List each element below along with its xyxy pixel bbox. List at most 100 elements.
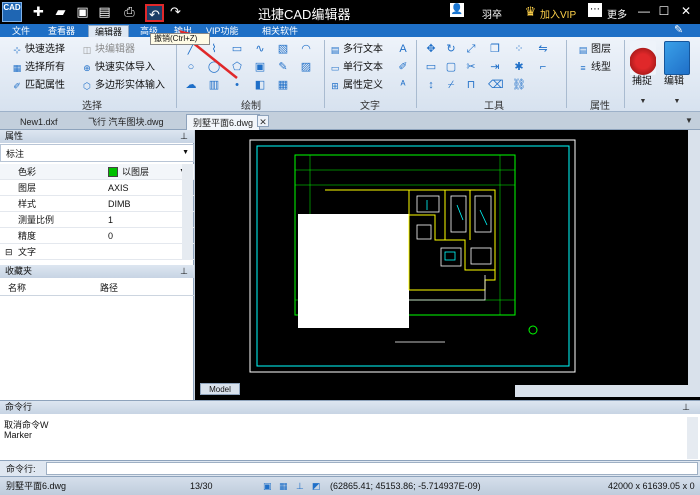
prop-row-scale[interactable]: 测量比例 1 bbox=[0, 212, 194, 228]
open-folder-icon[interactable]: ▰ bbox=[52, 3, 69, 20]
vip-crown-icon[interactable]: ♛ bbox=[522, 3, 539, 20]
command-history-line: Marker bbox=[4, 430, 33, 440]
redo-icon[interactable]: ↷ bbox=[167, 3, 184, 20]
tab-editor[interactable]: 编辑器 bbox=[88, 25, 130, 37]
command-input[interactable] bbox=[46, 462, 698, 475]
app-logo[interactable]: CAD bbox=[2, 2, 22, 22]
pin-icon[interactable]: ⊥ bbox=[682, 401, 690, 414]
user-name[interactable]: 羽卒 bbox=[482, 6, 502, 21]
move-icon[interactable]: ✥ bbox=[424, 42, 438, 56]
ortho-toggle-icon[interactable]: ⊥ bbox=[296, 477, 304, 495]
quick-entity-import-button[interactable]: ⊕ 快速实体导入 bbox=[82, 61, 155, 75]
undo-icon[interactable]: ↶ bbox=[145, 4, 164, 22]
tab-related-software[interactable]: 相关软件 bbox=[256, 25, 304, 37]
edit-label[interactable]: 编辑 bbox=[664, 75, 684, 89]
pin-icon[interactable]: ⊥ bbox=[180, 130, 188, 143]
edit-clipboard-icon[interactable] bbox=[664, 41, 690, 75]
multiline-text-button[interactable]: ▤ 多行文本 bbox=[330, 43, 383, 57]
save-icon[interactable]: ▣ bbox=[74, 3, 91, 20]
properties-scrollbar[interactable] bbox=[182, 164, 193, 260]
text-find-icon[interactable]: ᴬ bbox=[396, 78, 410, 92]
join-vip-link[interactable]: 加入VIP bbox=[540, 6, 576, 21]
canvas-vscrollbar[interactable] bbox=[688, 130, 700, 385]
user-avatar-icon[interactable]: 👤 bbox=[450, 3, 464, 17]
prop-row-precision[interactable]: 精度 0 bbox=[0, 228, 194, 244]
snap-toggle-icon[interactable]: ▣ bbox=[263, 477, 272, 495]
new-file-icon[interactable]: ✚ bbox=[30, 3, 47, 20]
match-properties-button[interactable]: ✐ 匹配属性 bbox=[12, 79, 65, 93]
doc-list-dropdown-icon[interactable]: ▼ bbox=[682, 115, 696, 127]
trim-icon[interactable]: ✂ bbox=[464, 60, 478, 74]
canvas-hscrollbar[interactable] bbox=[515, 385, 700, 397]
select-all-button[interactable]: ▦ 选择所有 bbox=[12, 61, 65, 75]
polar-toggle-icon[interactable]: ◩ bbox=[312, 477, 321, 495]
hatch-icon[interactable]: ▧ bbox=[276, 42, 290, 56]
break-icon[interactable]: ⌿ bbox=[444, 78, 458, 92]
prop-row-color[interactable]: 色彩以图层▼ bbox=[0, 164, 194, 180]
join-icon[interactable]: ⊓ bbox=[464, 78, 478, 92]
more-icon[interactable]: ⋯ bbox=[588, 3, 602, 17]
single-line-text-button[interactable]: ▭ 单行文本 bbox=[330, 61, 383, 75]
offset-icon[interactable]: ▢ bbox=[444, 60, 458, 74]
insert-block-icon[interactable]: ▣ bbox=[253, 60, 267, 74]
document-tab-bar: New1.dxf 飞行 汽车图块.dwg 别墅平面6.dwg ✕ ▼ bbox=[0, 112, 700, 130]
table-icon[interactable]: ▦ bbox=[276, 78, 290, 92]
fillet-icon[interactable]: ⌐ bbox=[536, 60, 550, 74]
save-as-icon[interactable]: ▤ bbox=[96, 3, 113, 20]
extend-icon[interactable]: ⇥ bbox=[488, 60, 502, 74]
command-input-label: 命令行: bbox=[6, 464, 36, 474]
polygon-entity-input-button[interactable]: ⬡ 多边形实体输入 bbox=[82, 79, 165, 93]
measure-icon[interactable]: ↕ bbox=[424, 78, 438, 92]
group-label-tools: 工具 bbox=[484, 101, 504, 112]
command-scrollbar[interactable] bbox=[687, 417, 698, 459]
prop-row-style[interactable]: 样式 DIMB bbox=[0, 196, 194, 212]
text-edit-icon[interactable]: ✐ bbox=[396, 60, 410, 74]
ribbon: ⊹ 快速选择 ▦ 选择所有 ✐ 匹配属性 ◫ 块编辑器 ⊕ 快速实体导入 ⬡ 多边形实体输入… bbox=[0, 37, 700, 112]
print-icon[interactable]: ⎙ bbox=[121, 3, 138, 20]
rotate-icon[interactable]: ↻ bbox=[444, 42, 458, 56]
prop-row-layer[interactable]: 图层 AXIS bbox=[0, 180, 194, 196]
explode-icon[interactable]: ✱ bbox=[512, 60, 526, 74]
stretch-icon[interactable]: ▭ bbox=[424, 60, 438, 74]
doc-tab-car-blocks[interactable]: 飞行 汽车图块.dwg bbox=[82, 114, 170, 130]
entity-type-select[interactable]: 标注 ▼ bbox=[0, 144, 194, 162]
help-icon[interactable]: ✎ bbox=[668, 24, 689, 36]
doc-close-icon[interactable]: ✕ bbox=[257, 115, 269, 127]
copy-icon[interactable]: ❐ bbox=[488, 42, 502, 56]
array-icon[interactable]: ⁘ bbox=[512, 42, 526, 56]
pin-icon[interactable]: ⊥ bbox=[180, 265, 188, 278]
mirror-icon[interactable]: ⇋ bbox=[536, 42, 550, 56]
text-style-icon[interactable]: A bbox=[396, 42, 410, 56]
tab-viewer[interactable]: 查看器 bbox=[42, 25, 81, 37]
model-tab[interactable]: Model bbox=[200, 383, 240, 395]
doc-tab-villa-plan[interactable]: 别墅平面6.dwg bbox=[186, 114, 261, 130]
close-icon[interactable]: ✕ bbox=[678, 4, 694, 20]
attribute-definition-button[interactable]: ⊞ 属性定义 bbox=[330, 79, 383, 93]
quick-select-button[interactable]: ⊹ 快速选择 bbox=[12, 43, 65, 57]
pen-icon[interactable]: ✎ bbox=[276, 60, 290, 74]
doc-tab-new1[interactable]: New1.dxf bbox=[14, 114, 64, 130]
minimize-icon[interactable]: — bbox=[636, 4, 652, 20]
arc-icon[interactable]: ◠ bbox=[299, 42, 313, 56]
maximize-icon[interactable]: ☐ bbox=[656, 4, 672, 20]
edit-dropdown-icon[interactable]: ▼ bbox=[670, 95, 684, 109]
hyperlink-icon[interactable]: ⛓ bbox=[512, 78, 526, 92]
snap-magnet-icon[interactable] bbox=[630, 41, 656, 75]
spline-icon[interactable]: ∿ bbox=[253, 42, 267, 56]
image-icon[interactable]: ▨ bbox=[299, 60, 313, 74]
block-editor-button[interactable]: ◫ 块编辑器 bbox=[82, 43, 135, 57]
grid-toggle-icon[interactable]: ▦ bbox=[279, 477, 288, 495]
drawing-canvas[interactable] bbox=[195, 130, 700, 400]
scale-icon[interactable]: ⤢ bbox=[464, 42, 478, 56]
wipeout-icon[interactable]: ◧ bbox=[253, 78, 267, 92]
prop-section-text[interactable]: ⊟ 文字 bbox=[0, 244, 194, 260]
more-link[interactable]: 更多 bbox=[607, 6, 627, 21]
layers-button[interactable]: ▤ 图层 bbox=[578, 43, 611, 57]
snap-dropdown-icon[interactable]: ▼ bbox=[636, 95, 650, 109]
snap-label[interactable]: 捕捉 bbox=[632, 75, 652, 89]
undo-tooltip: 撤销(Ctrl+Z) bbox=[150, 33, 210, 45]
tab-file[interactable]: 文件 bbox=[6, 25, 36, 37]
linetype-button[interactable]: ≡ 线型 bbox=[578, 61, 611, 75]
brush-icon: ✐ bbox=[13, 81, 21, 91]
erase-icon[interactable]: ⌫ bbox=[488, 78, 504, 92]
